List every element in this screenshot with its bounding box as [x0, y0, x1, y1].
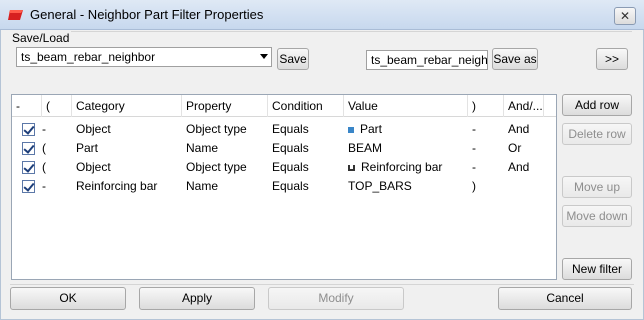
row-checkbox[interactable]	[22, 123, 35, 136]
row-dash[interactable]: (	[38, 158, 46, 177]
row-value[interactable]: BEAM	[344, 139, 382, 158]
expand-button[interactable]: >>	[596, 48, 628, 70]
row-dash[interactable]: (	[38, 139, 46, 158]
new-filter-button[interactable]: New filter	[562, 258, 632, 280]
header-open-paren: (	[42, 95, 72, 117]
row-property[interactable]: Name	[182, 139, 218, 158]
title-bar: General - Neighbor Part Filter Propertie…	[0, 0, 644, 30]
row-condition[interactable]: Equals	[268, 158, 309, 177]
move-down-button[interactable]: Move down	[562, 205, 632, 227]
settings-dropdown[interactable]: ts_beam_rebar_neighbor	[16, 47, 272, 67]
row-category[interactable]: Reinforcing bar	[72, 177, 157, 196]
filter-grid[interactable]: - ( Category Property Condition Value ) …	[11, 94, 557, 280]
header-property: Property	[182, 95, 268, 117]
row-value[interactable]: Reinforcing bar	[344, 158, 442, 177]
row-value-text: Reinforcing bar	[361, 160, 443, 174]
row-and-or[interactable]: Or	[504, 139, 521, 158]
row-and-or[interactable]	[504, 177, 508, 196]
row-dash[interactable]: -	[38, 120, 46, 139]
header-dash: -	[12, 95, 42, 117]
modify-button[interactable]: Modify	[268, 287, 404, 310]
header-condition: Condition	[268, 95, 344, 117]
grid-header: - ( Category Property Condition Value ) …	[12, 95, 556, 117]
table-row[interactable]: ( Part Name Equals BEAM - Or	[12, 139, 556, 158]
chevron-down-icon[interactable]	[260, 54, 268, 59]
reinforcing-bar-icon	[348, 164, 355, 171]
row-checkbox[interactable]	[22, 142, 35, 155]
settings-dropdown-value: ts_beam_rebar_neighbor	[21, 50, 156, 64]
row-and-or[interactable]: And	[504, 158, 529, 177]
row-value[interactable]: Part	[344, 120, 382, 139]
row-checkbox[interactable]	[22, 180, 35, 193]
row-category[interactable]: Object	[72, 158, 111, 177]
row-close-paren[interactable]: )	[468, 177, 476, 196]
row-category[interactable]: Object	[72, 120, 111, 139]
table-row[interactable]: - Reinforcing bar Name Equals TOP_BARS )	[12, 177, 556, 196]
row-condition[interactable]: Equals	[268, 139, 309, 158]
row-close-paren[interactable]: -	[468, 139, 476, 158]
save-as-field[interactable]: ts_beam_rebar_neighbor	[366, 50, 488, 70]
part-icon	[348, 126, 354, 133]
app-icon	[8, 10, 23, 20]
header-and-or: And/...	[504, 95, 544, 117]
delete-row-button[interactable]: Delete row	[562, 123, 632, 145]
row-condition[interactable]: Equals	[268, 120, 309, 139]
row-close-paren[interactable]: -	[468, 158, 476, 177]
saveload-label: Save/Load	[10, 31, 72, 45]
table-row[interactable]: ( Object Object type Equals Reinforcing …	[12, 158, 556, 177]
window-title: General - Neighbor Part Filter Propertie…	[30, 7, 264, 22]
row-close-paren[interactable]: -	[468, 120, 476, 139]
row-condition[interactable]: Equals	[268, 177, 309, 196]
row-property[interactable]: Name	[182, 177, 218, 196]
row-property[interactable]: Object type	[182, 158, 247, 177]
close-button[interactable]: ✕	[614, 7, 636, 25]
header-value: Value	[344, 95, 468, 117]
save-as-button[interactable]: Save as	[492, 48, 538, 70]
apply-button[interactable]: Apply	[139, 287, 255, 310]
row-checkbox[interactable]	[22, 161, 35, 174]
ok-button[interactable]: OK	[10, 287, 126, 310]
save-button[interactable]: Save	[277, 48, 309, 70]
header-close-paren: )	[468, 95, 504, 117]
row-dash[interactable]: -	[38, 177, 46, 196]
row-value[interactable]: TOP_BARS	[344, 177, 412, 196]
row-category[interactable]: Part	[72, 139, 98, 158]
row-property[interactable]: Object type	[182, 120, 247, 139]
footer-separator	[10, 284, 634, 285]
add-row-button[interactable]: Add row	[562, 94, 632, 116]
cancel-button[interactable]: Cancel	[498, 287, 632, 310]
row-and-or[interactable]: And	[504, 120, 529, 139]
move-up-button[interactable]: Move up	[562, 176, 632, 198]
row-value-text: Part	[360, 122, 383, 136]
table-row[interactable]: - Object Object type Equals Part - And	[12, 120, 556, 139]
header-category: Category	[72, 95, 182, 117]
